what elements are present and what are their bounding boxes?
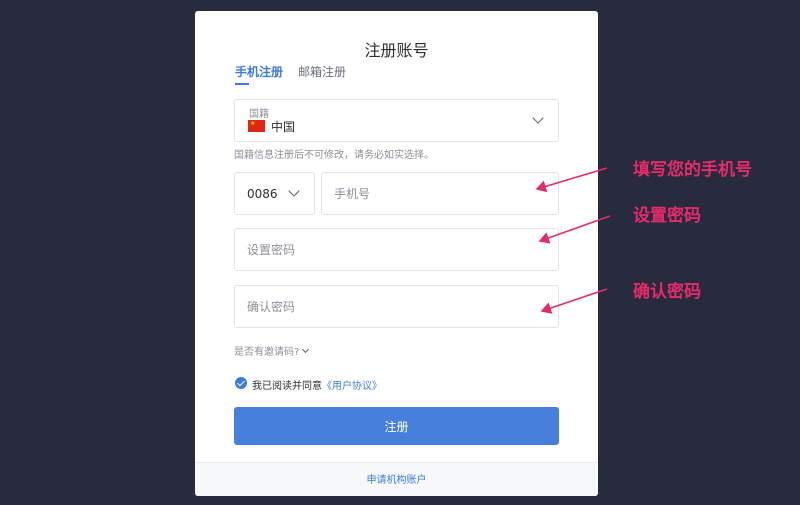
annotation-confirm: 确认密码 [633,282,701,302]
phone-arrow [535,167,608,193]
password-arrow [538,215,611,244]
annotation-password: 设置密码 [633,206,701,226]
confirm-arrow [540,288,608,314]
annotation-phone: 填写您的手机号 [633,160,752,180]
annotation-arrows [535,167,611,314]
